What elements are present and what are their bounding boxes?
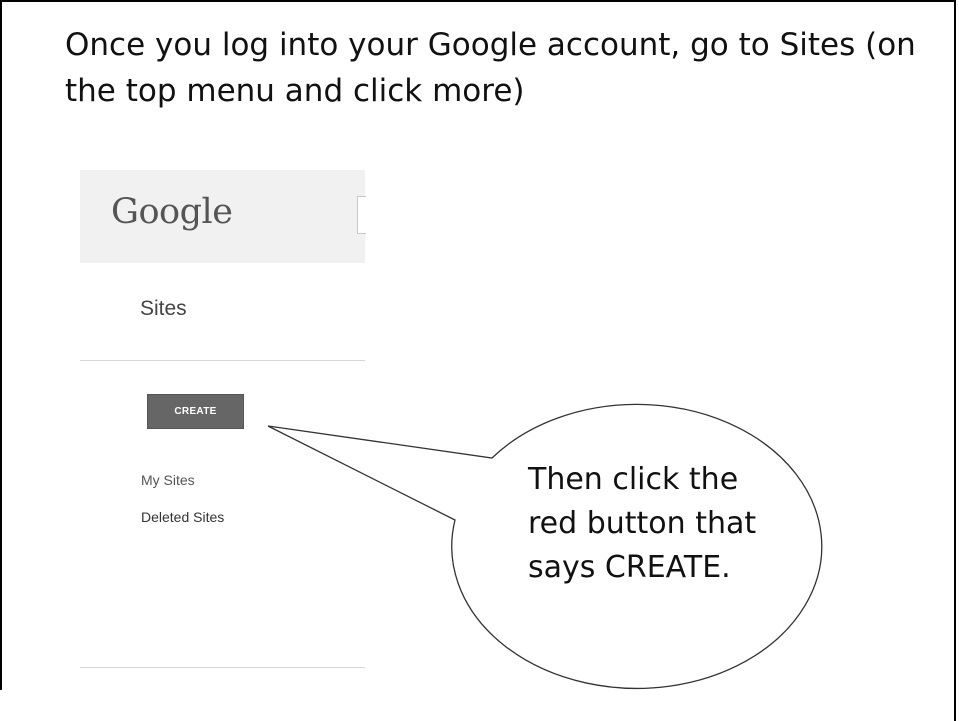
nav-item-my-sites[interactable]: My Sites: [141, 472, 195, 488]
create-button[interactable]: CREATE: [147, 394, 244, 429]
divider: [80, 360, 365, 361]
divider: [80, 667, 365, 668]
callout-text: Then click the red button that says CREA…: [528, 462, 757, 585]
google-sites-screenshot: Google Sites CREATE My Sites Deleted Sit…: [80, 170, 366, 670]
nav-item-deleted-sites[interactable]: Deleted Sites: [141, 509, 224, 525]
search-input[interactable]: [357, 196, 366, 234]
google-header-bar: Google: [80, 170, 366, 263]
instruction-text: Once you log into your Google account, g…: [65, 27, 916, 109]
slide-frame-left-edge: [0, 0, 2, 690]
page-title: Sites: [140, 297, 187, 320]
google-logo: Google: [111, 192, 233, 232]
